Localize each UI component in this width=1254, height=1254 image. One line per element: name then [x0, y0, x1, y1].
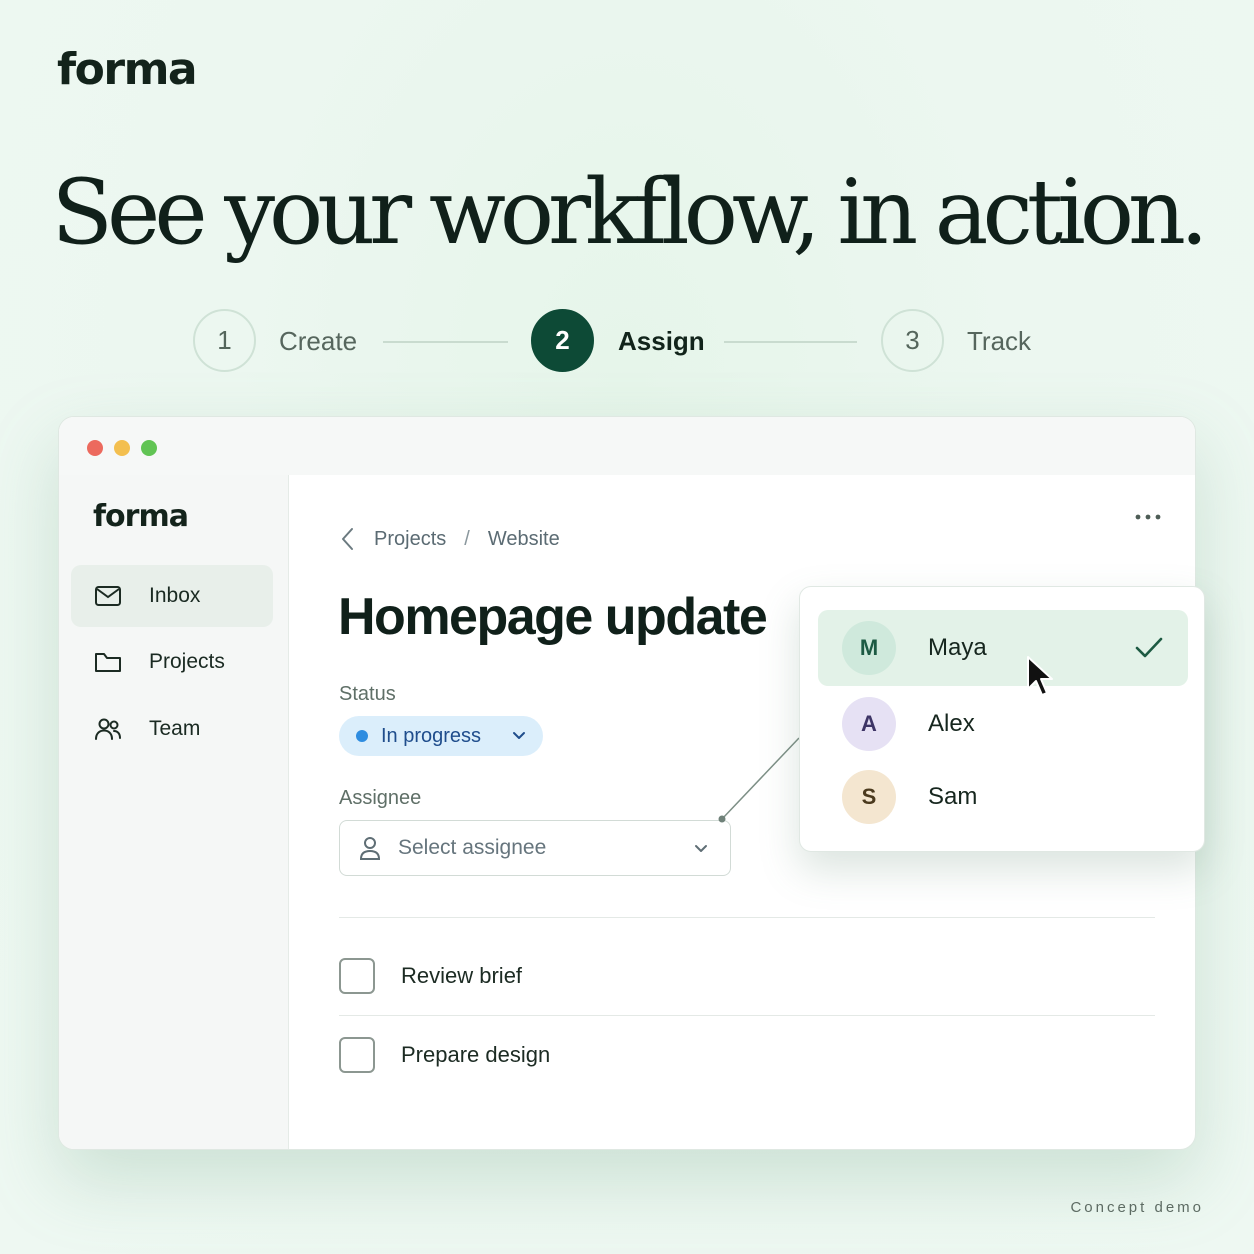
- assignee-placeholder: Select assignee: [398, 836, 547, 859]
- assignee-option-name: Alex: [928, 710, 975, 737]
- divider: [339, 1015, 1155, 1016]
- zoom-window-button[interactable]: [141, 440, 157, 456]
- status-label: Status: [339, 683, 396, 705]
- chevron-down-icon: [513, 732, 525, 739]
- step-connector-2: [724, 341, 857, 343]
- concept-demo-note: Concept demo: [1070, 1199, 1204, 1216]
- divider: [339, 917, 1155, 918]
- step-1-label: Create: [279, 326, 358, 356]
- window-titlebar: [59, 417, 1195, 475]
- sidebar-item-label: Inbox: [149, 584, 201, 607]
- assignee-label: Assignee: [339, 787, 422, 809]
- sidebar-item-label: Team: [149, 717, 201, 740]
- sidebar-item-label: Projects: [149, 650, 225, 673]
- step-3-label: Track: [967, 326, 1032, 356]
- assignee-select[interactable]: Select assignee: [339, 820, 731, 876]
- task-checkbox[interactable]: [339, 1037, 375, 1073]
- step-connector-1: [383, 341, 508, 343]
- breadcrumb-projects-link[interactable]: Projects: [374, 528, 446, 551]
- more-options-icon[interactable]: [1133, 507, 1163, 527]
- breadcrumb-separator: /: [464, 527, 470, 550]
- page-title: Homepage update: [338, 588, 768, 646]
- assignee-option-alex[interactable]: A Alex: [818, 686, 1188, 762]
- task-item: Prepare design: [339, 1036, 550, 1074]
- avatar: S: [842, 770, 896, 824]
- task-label: Prepare design: [401, 1042, 551, 1067]
- avatar: M: [842, 621, 896, 675]
- status-dot: [356, 730, 368, 742]
- minimize-window-button[interactable]: [114, 440, 130, 456]
- task-checkbox[interactable]: [339, 958, 375, 994]
- check-icon: [1135, 637, 1163, 658]
- brand-logo: forma: [57, 44, 198, 95]
- chevron-down-icon: [695, 845, 707, 852]
- folder-icon: [95, 653, 121, 672]
- workflow-stepper: 1 Create 2 Assign 3 Track: [0, 309, 1254, 373]
- back-chevron-icon[interactable]: [338, 525, 360, 553]
- assignee-option-maya[interactable]: M Maya: [818, 610, 1188, 686]
- sidebar-item-projects[interactable]: Projects: [71, 631, 273, 693]
- assignee-option-name: Sam: [928, 783, 978, 810]
- assignee-option-name: Maya: [928, 634, 987, 661]
- step-1-number: 1: [193, 309, 256, 372]
- mail-icon: [95, 586, 121, 606]
- avatar: A: [842, 697, 896, 751]
- headline: See your workflow, in action.: [51, 160, 1208, 265]
- assignee-dropdown: M Maya A Alex S Sam: [799, 586, 1205, 852]
- task-item: Review brief: [339, 957, 522, 995]
- sidebar-item-inbox[interactable]: Inbox: [71, 565, 273, 627]
- status-value: In progress: [381, 724, 482, 747]
- task-label: Review brief: [401, 963, 523, 988]
- status-dropdown[interactable]: In progress: [339, 716, 543, 756]
- step-2-number: 2: [531, 309, 594, 372]
- close-window-button[interactable]: [87, 440, 103, 456]
- step-2-label: Assign: [618, 326, 705, 356]
- step-3-number: 3: [881, 309, 944, 372]
- sidebar: forma Inbox Projects Team: [59, 475, 289, 1149]
- breadcrumb-current[interactable]: Website: [488, 528, 560, 551]
- users-icon: [95, 718, 121, 740]
- sidebar-logo: forma: [93, 499, 189, 534]
- breadcrumb: Projects / Website: [338, 525, 560, 553]
- sidebar-item-team[interactable]: Team: [71, 698, 273, 760]
- assignee-option-sam[interactable]: S Sam: [818, 759, 1188, 835]
- user-icon: [359, 837, 381, 860]
